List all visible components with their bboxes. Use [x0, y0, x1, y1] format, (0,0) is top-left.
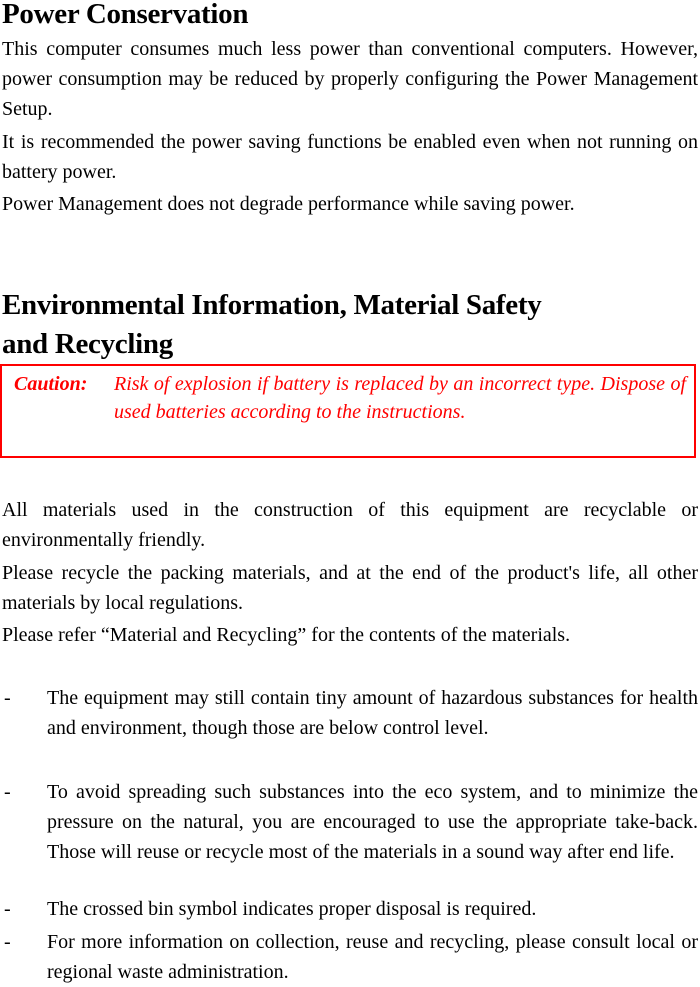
list-item-text: For more information on collection, reus…: [47, 931, 698, 983]
list-marker: -: [4, 781, 11, 803]
list-item-text: The equipment may still contain tiny amo…: [47, 687, 698, 739]
caution-label: Caution:: [14, 373, 88, 395]
list-item-text: The crossed bin symbol indicates proper …: [47, 898, 537, 920]
paragraph-recycle-packing: Please recycle the packing materials, an…: [2, 562, 698, 614]
paragraph-power-saving-recommendation: It is recommended the power saving funct…: [2, 131, 698, 183]
section-title-power-conservation: Power Conservation: [2, 0, 249, 30]
paragraph-materials-recyclable: All materials used in the construction o…: [2, 499, 698, 551]
list-marker: -: [4, 687, 11, 709]
list-marker: -: [4, 931, 11, 953]
section-title-environmental-line2: and Recycling: [2, 328, 173, 360]
caution-box: Caution: Risk of explosion if battery is…: [0, 364, 696, 458]
list-item-text: To avoid spreading such substances into …: [47, 781, 698, 863]
caution-text: Risk of explosion if battery is replaced…: [114, 373, 686, 423]
paragraph-power-consumption: This computer consumes much less power t…: [2, 38, 698, 120]
list-marker: -: [4, 898, 11, 920]
paragraph-refer-material-recycling: Please refer “Material and Recycling” fo…: [2, 624, 571, 646]
paragraph-power-management-performance: Power Management does not degrade perfor…: [2, 193, 575, 215]
section-title-environmental-line1: Environmental Information, Material Safe…: [2, 289, 542, 321]
